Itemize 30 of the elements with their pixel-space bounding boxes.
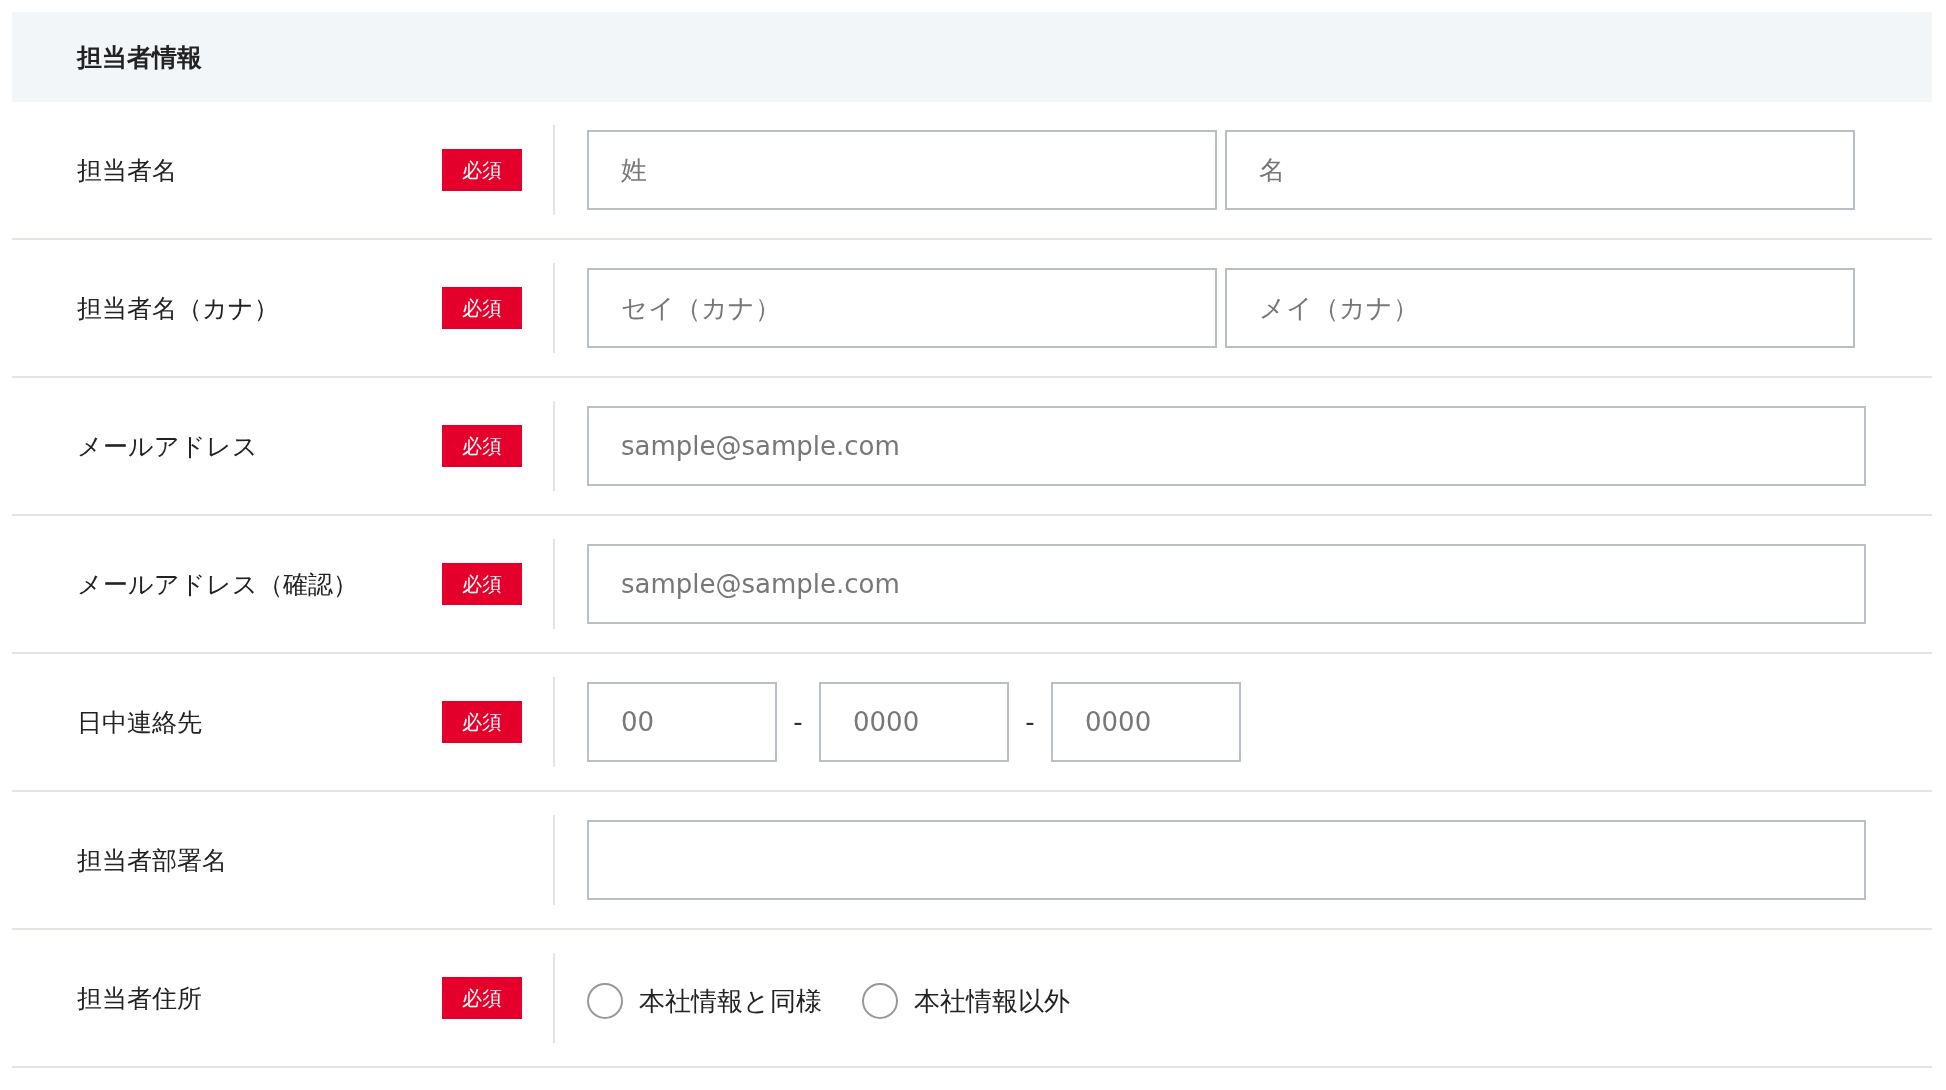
radio-button[interactable] [587,983,623,1019]
field-label: 担当者住所 [76,982,203,1015]
required-badge: 必須 [442,977,522,1019]
field-label: 担当者名 [76,154,178,187]
phone-input-field[interactable]: 0000 [1051,682,1241,762]
dash-separator: - [792,707,804,737]
section-title: 担当者情報 [77,41,202,74]
text-input-field[interactable]: 名 [1225,130,1855,210]
field-label: 担当者名（カナ） [76,292,280,325]
required-badge: 必須 [442,425,522,467]
radio-option[interactable]: 本社情報と同様 [587,983,822,1019]
dash-separator: - [1024,707,1036,737]
required-badge: 必須 [442,563,522,605]
required-badge: 必須 [442,701,522,743]
field-label: 日中連絡先 [76,706,203,739]
text-input-field[interactable]: 姓 [587,130,1217,210]
radio-option[interactable]: 本社情報以外 [862,983,1070,1019]
text-input-field[interactable]: メイ（カナ） [1225,268,1855,348]
required-badge: 必須 [442,287,522,329]
field-label: 担当者部署名 [76,844,228,877]
text-input-field[interactable]: sample@sample.com [587,544,1866,624]
phone-input-field[interactable]: 0000 [819,682,1009,762]
field-label: メールアドレス（確認） [76,568,359,601]
text-input-field[interactable] [587,820,1866,900]
field-label: メールアドレス [76,430,259,463]
phone-input-field[interactable]: 00 [587,682,777,762]
required-badge: 必須 [442,149,522,191]
radio-button[interactable] [862,983,898,1019]
text-input-field[interactable]: sample@sample.com [587,406,1866,486]
text-input-field[interactable]: セイ（カナ） [587,268,1217,348]
